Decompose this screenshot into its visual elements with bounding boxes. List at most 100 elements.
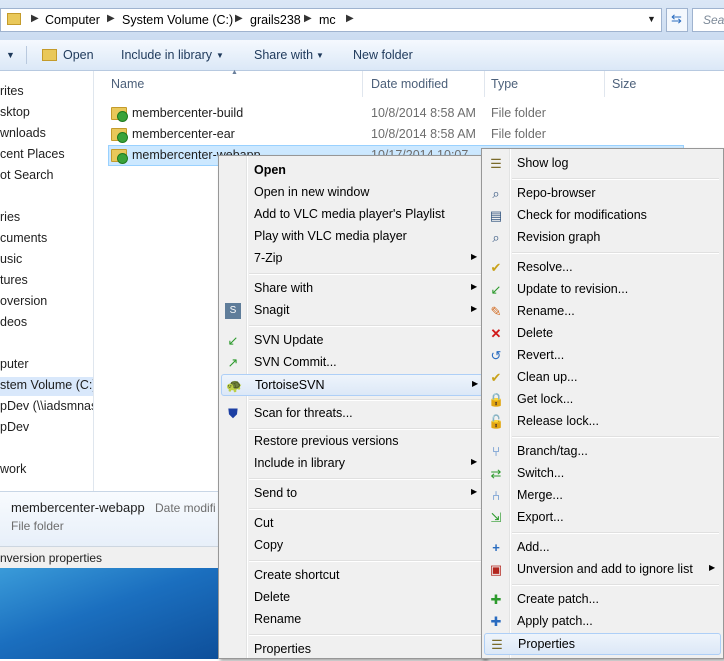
svn-item-create-patch[interactable]: ✚ Create patch... <box>484 589 721 611</box>
chevron-down-icon[interactable]: ▼ <box>316 51 324 60</box>
svn-item-revision-graph[interactable]: ⌕ Revision graph <box>484 227 721 249</box>
menu-item-create-shortcut[interactable]: Create shortcut <box>221 565 483 587</box>
svn-item-release-lock[interactable]: 🔓 Release lock... <box>484 411 721 433</box>
svn-item-add[interactable]: + Add... <box>484 537 721 559</box>
menu-item-tortoisesvn[interactable]: 🐢 TortoiseSVN ▶ <box>221 374 483 396</box>
nav-item-music[interactable]: usic <box>0 252 22 266</box>
new-folder-button[interactable]: New folder <box>353 48 413 62</box>
breadcrumb-chevron-icon[interactable]: ▶ <box>107 13 115 24</box>
open-folder-icon <box>42 49 57 61</box>
column-header-date[interactable]: Date modified <box>371 77 448 91</box>
svn-item-rename[interactable]: ✎ Rename... <box>484 301 721 323</box>
menu-item-share-with[interactable]: Share with ▶ <box>221 278 483 300</box>
menu-item-open[interactable]: Open <box>221 160 483 182</box>
breadcrumb-chevron-icon[interactable]: ▶ <box>304 13 312 24</box>
nav-item-libraries[interactable]: ries <box>0 210 20 224</box>
organize-dropdown-icon[interactable]: ▼ <box>6 50 15 60</box>
desktop-background <box>0 568 218 659</box>
menu-item-label: Rename... <box>517 304 575 318</box>
menu-item-open-new-window[interactable]: Open in new window <box>221 182 483 204</box>
nav-item-pictures[interactable]: tures <box>0 273 28 287</box>
svn-item-switch[interactable]: ⇄ Switch... <box>484 463 721 485</box>
svn-item-unversion-ignore[interactable]: ▣ Unversion and add to ignore list ▶ <box>484 559 721 581</box>
svn-item-branch-tag[interactable]: ⑂ Branch/tag... <box>484 441 721 463</box>
refresh-button[interactable]: ⇆ <box>666 8 688 32</box>
nav-item-favorites[interactable]: rites <box>0 84 24 98</box>
svn-item-show-log[interactable]: ☰ Show log <box>484 153 721 175</box>
open-button[interactable]: Open <box>63 48 94 62</box>
search-input[interactable]: Sear <box>692 8 724 32</box>
breadcrumb-mc[interactable]: mc <box>319 13 336 27</box>
nav-item-appdev-network[interactable]: pDev (\\iadsmnas <box>0 399 97 413</box>
context-menu: Open Open in new window Add to VLC media… <box>218 155 486 659</box>
svn-item-properties[interactable]: ☰ Properties <box>484 633 721 655</box>
menu-item-cut[interactable]: Cut <box>221 513 483 535</box>
svn-item-clean-up[interactable]: ✔ Clean up... <box>484 367 721 389</box>
nav-item-network[interactable]: work <box>0 462 26 476</box>
svn-item-repo-browser[interactable]: ⌕ Repo-browser <box>484 183 721 205</box>
column-divider[interactable] <box>362 71 363 97</box>
menu-item-send-to[interactable]: Send to ▶ <box>221 483 483 505</box>
nav-item-videos[interactable]: deos <box>0 315 27 329</box>
share-with-button[interactable]: Share with <box>254 48 313 62</box>
menu-item-properties[interactable]: Properties <box>221 639 483 661</box>
breadcrumb-grails238[interactable]: grails238 <box>250 13 301 27</box>
show-log-icon: ☰ <box>490 156 502 171</box>
column-divider[interactable] <box>484 71 485 97</box>
table-row[interactable]: membercenter-ear 10/8/2014 8:58 AM File … <box>94 125 694 145</box>
menu-item-vlc-play[interactable]: Play with VLC media player <box>221 226 483 248</box>
nav-item-computer[interactable]: puter <box>0 357 29 371</box>
menu-item-snagit[interactable]: S Snagit ▶ <box>221 300 483 322</box>
search-placeholder: Sear <box>703 13 724 27</box>
table-row[interactable]: membercenter-build 10/8/2014 8:58 AM Fil… <box>94 104 694 124</box>
nav-item-root-search[interactable]: ot Search <box>0 168 54 182</box>
breadcrumb-chevron-icon[interactable]: ▶ <box>235 13 243 24</box>
svn-item-update-revision[interactable]: ↙ Update to revision... <box>484 279 721 301</box>
breadcrumb-chevron-icon[interactable]: ▶ <box>346 13 354 24</box>
svn-item-resolve[interactable]: ✔ Resolve... <box>484 257 721 279</box>
menu-item-restore-versions[interactable]: Restore previous versions <box>221 431 483 453</box>
svn-item-check-modifications[interactable]: ▤ Check for modifications <box>484 205 721 227</box>
address-bar[interactable]: ▶ Computer ▶ System Volume (C:) ▶ grails… <box>0 8 662 32</box>
svn-item-export[interactable]: ⇲ Export... <box>484 507 721 529</box>
include-in-library-button[interactable]: Include in library <box>121 48 212 62</box>
column-header-type[interactable]: Type <box>491 77 518 91</box>
column-header-name[interactable]: Name <box>111 77 144 91</box>
details-date-label: Date modifi <box>155 501 216 515</box>
column-divider[interactable] <box>604 71 605 97</box>
svn-commit-icon: ↗ <box>227 355 239 370</box>
nav-item-recent-places[interactable]: cent Places <box>0 147 65 161</box>
menu-separator <box>249 634 481 636</box>
column-header-size[interactable]: Size <box>612 77 636 91</box>
nav-item-appdev[interactable]: pDev <box>0 420 29 434</box>
menu-item-svn-commit[interactable]: ↗ SVN Commit... <box>221 352 483 374</box>
create-patch-icon: ✚ <box>490 592 502 607</box>
nav-item-documents[interactable]: cuments <box>0 231 47 245</box>
svn-item-revert[interactable]: ↺ Revert... <box>484 345 721 367</box>
menu-item-delete[interactable]: Delete <box>221 587 483 609</box>
menu-item-label: Play with VLC media player <box>254 229 407 243</box>
svn-item-apply-patch[interactable]: ✚ Apply patch... <box>484 611 721 633</box>
nav-item-desktop[interactable]: sktop <box>0 105 30 119</box>
breadcrumb-computer[interactable]: Computer <box>45 13 100 27</box>
file-type: File folder <box>491 127 546 141</box>
nav-item-subversion[interactable]: oversion <box>0 294 47 308</box>
menu-item-label: Include in library <box>254 456 346 470</box>
breadcrumb-chevron-icon[interactable]: ▶ <box>31 13 39 24</box>
status-text: nversion properties <box>0 551 103 565</box>
menu-item-copy[interactable]: Copy <box>221 535 483 557</box>
nav-item-system-volume[interactable]: stem Volume (C:) <box>0 378 97 392</box>
address-dropdown-icon[interactable]: ▼ <box>647 14 656 24</box>
svn-item-get-lock[interactable]: 🔒 Get lock... <box>484 389 721 411</box>
menu-item-scan-threats[interactable]: ⛊ Scan for threats... <box>221 403 483 425</box>
menu-item-include-library[interactable]: Include in library ▶ <box>221 453 483 475</box>
svn-item-merge[interactable]: ⑃ Merge... <box>484 485 721 507</box>
nav-item-downloads[interactable]: wnloads <box>0 126 46 140</box>
breadcrumb-system-volume[interactable]: System Volume (C:) <box>122 13 233 27</box>
menu-item-rename[interactable]: Rename <box>221 609 483 631</box>
menu-item-7zip[interactable]: 7-Zip ▶ <box>221 248 483 270</box>
chevron-down-icon[interactable]: ▼ <box>216 51 224 60</box>
menu-item-svn-update[interactable]: ↙ SVN Update <box>221 330 483 352</box>
svn-item-delete[interactable]: ✕ Delete <box>484 323 721 345</box>
menu-item-vlc-playlist[interactable]: Add to VLC media player's Playlist <box>221 204 483 226</box>
